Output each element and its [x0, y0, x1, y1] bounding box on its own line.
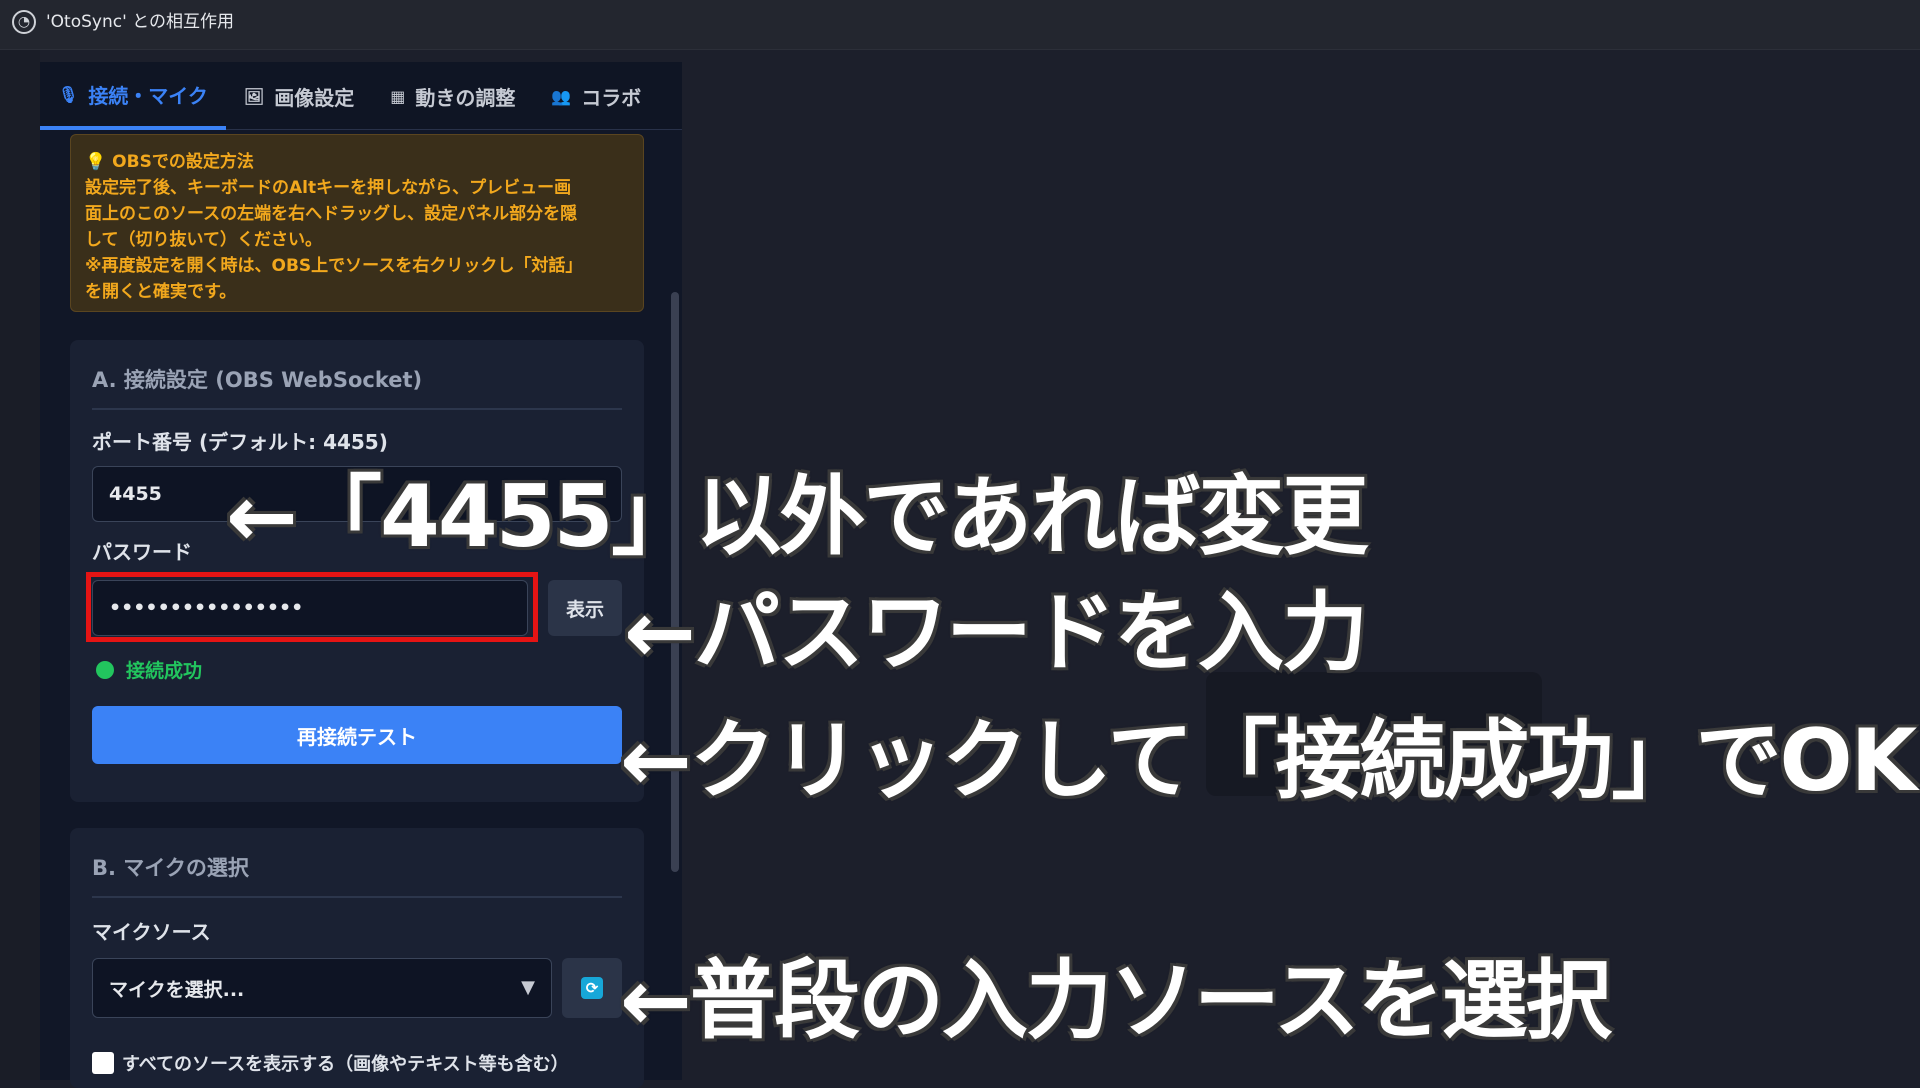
tab-label: 動きの調整 — [415, 85, 516, 110]
tab-label: 画像設定 — [274, 85, 355, 110]
tab-collab[interactable]: 👥 コラボ — [533, 62, 659, 130]
people-icon: 👥 — [551, 86, 572, 106]
refresh-sources-button[interactable]: ⟳ — [562, 958, 622, 1018]
connection-settings-card: A. 接続設定 (OBS WebSocket) ポート番号 (デフォルト: 44… — [70, 340, 644, 802]
tab-label: 接続・マイク — [88, 83, 208, 108]
status-text: 接続成功 — [126, 660, 203, 682]
show-password-button[interactable]: 表示 — [548, 580, 622, 636]
mic-source-value: マイクを選択... — [109, 978, 245, 1001]
section-title: B. マイクの選択 — [92, 856, 249, 880]
show-label: 表示 — [565, 598, 604, 621]
tab-connection-mic[interactable]: 🎙 接続・マイク — [40, 62, 226, 130]
password-highlight-box — [86, 572, 538, 642]
left-edge — [0, 50, 40, 1080]
info-heading: OBSでの設定方法 — [112, 152, 254, 172]
window-title: 'OtoSync' との相互作用 — [46, 12, 235, 32]
show-all-sources-checkbox[interactable] — [92, 1052, 114, 1074]
password-label: パスワード — [92, 540, 192, 564]
annotation-mic: ←普段の入力ソースを選択 — [620, 951, 1612, 1051]
show-all-sources-label: すべてのソースを表示する（画像やテキスト等も含む） — [122, 1054, 569, 1075]
microphone-icon: 🎙 — [58, 84, 79, 104]
retest-connection-button[interactable]: 再接続テスト — [92, 706, 622, 764]
info-line: 面上のこのソースの左端を右へドラッグし、設定パネル部分を隠 — [85, 204, 578, 224]
info-line: を開くと確実です。 — [85, 282, 237, 302]
retest-label: 再接続テスト — [297, 724, 417, 749]
info-line: して（切り抜いて）ください。 — [85, 230, 322, 250]
divider — [92, 896, 622, 898]
annotation-password: ←パスワードを入力 — [624, 583, 1368, 683]
port-value: 4455 — [109, 483, 162, 505]
section-title: A. 接続設定 (OBS WebSocket) — [92, 368, 423, 392]
motion-icon: ▦ — [390, 86, 406, 106]
refresh-icon: ⟳ — [581, 977, 603, 999]
divider — [92, 408, 622, 410]
mic-source-label: マイクソース — [92, 920, 211, 944]
tab-motion-adjust[interactable]: ▦ 動きの調整 — [372, 62, 533, 130]
annotation-retest: ←クリックして「接続成功」でOK — [620, 711, 1917, 811]
settings-panel: 🎙 接続・マイク 🖼 画像設定 ▦ 動きの調整 👥 コラボ 💡 OBSでの設定方… — [40, 62, 682, 1088]
info-line: ※再度設定を開く時は、OBS上でソースを右クリックし「対話」 — [85, 256, 583, 276]
chevron-down-icon: ▼ — [521, 977, 535, 998]
connection-status: 接続成功 — [96, 656, 202, 683]
window-titlebar: ◔ 'OtoSync' との相互作用 — [0, 0, 1920, 50]
annotation-port: ←「4455」以外であれば変更 — [226, 467, 1369, 567]
info-line: 設定完了後、キーボードのAltキーを押しながら、プレビュー画 — [85, 178, 572, 198]
tab-image-settings[interactable]: 🖼 画像設定 — [226, 62, 372, 130]
show-all-sources-row[interactable]: すべてのソースを表示する（画像やテキスト等も含む） — [92, 1050, 569, 1076]
obs-info-box: 💡 OBSでの設定方法 設定完了後、キーボードのAltキーを押しながら、プレビュ… — [70, 134, 644, 312]
status-dot-icon — [96, 660, 114, 679]
mic-source-select[interactable]: マイクを選択... ▼ — [92, 958, 552, 1018]
tab-bar: 🎙 接続・マイク 🖼 画像設定 ▦ 動きの調整 👥 コラボ — [40, 62, 682, 130]
mic-select-card: B. マイクの選択 マイクソース マイクを選択... ▼ ⟳ すべてのソースを表… — [70, 828, 644, 1088]
obs-icon: ◔ — [12, 10, 36, 34]
lightbulb-icon: 💡 — [85, 152, 107, 172]
tab-label: コラボ — [581, 85, 642, 110]
image-icon: 🖼 — [243, 86, 265, 106]
